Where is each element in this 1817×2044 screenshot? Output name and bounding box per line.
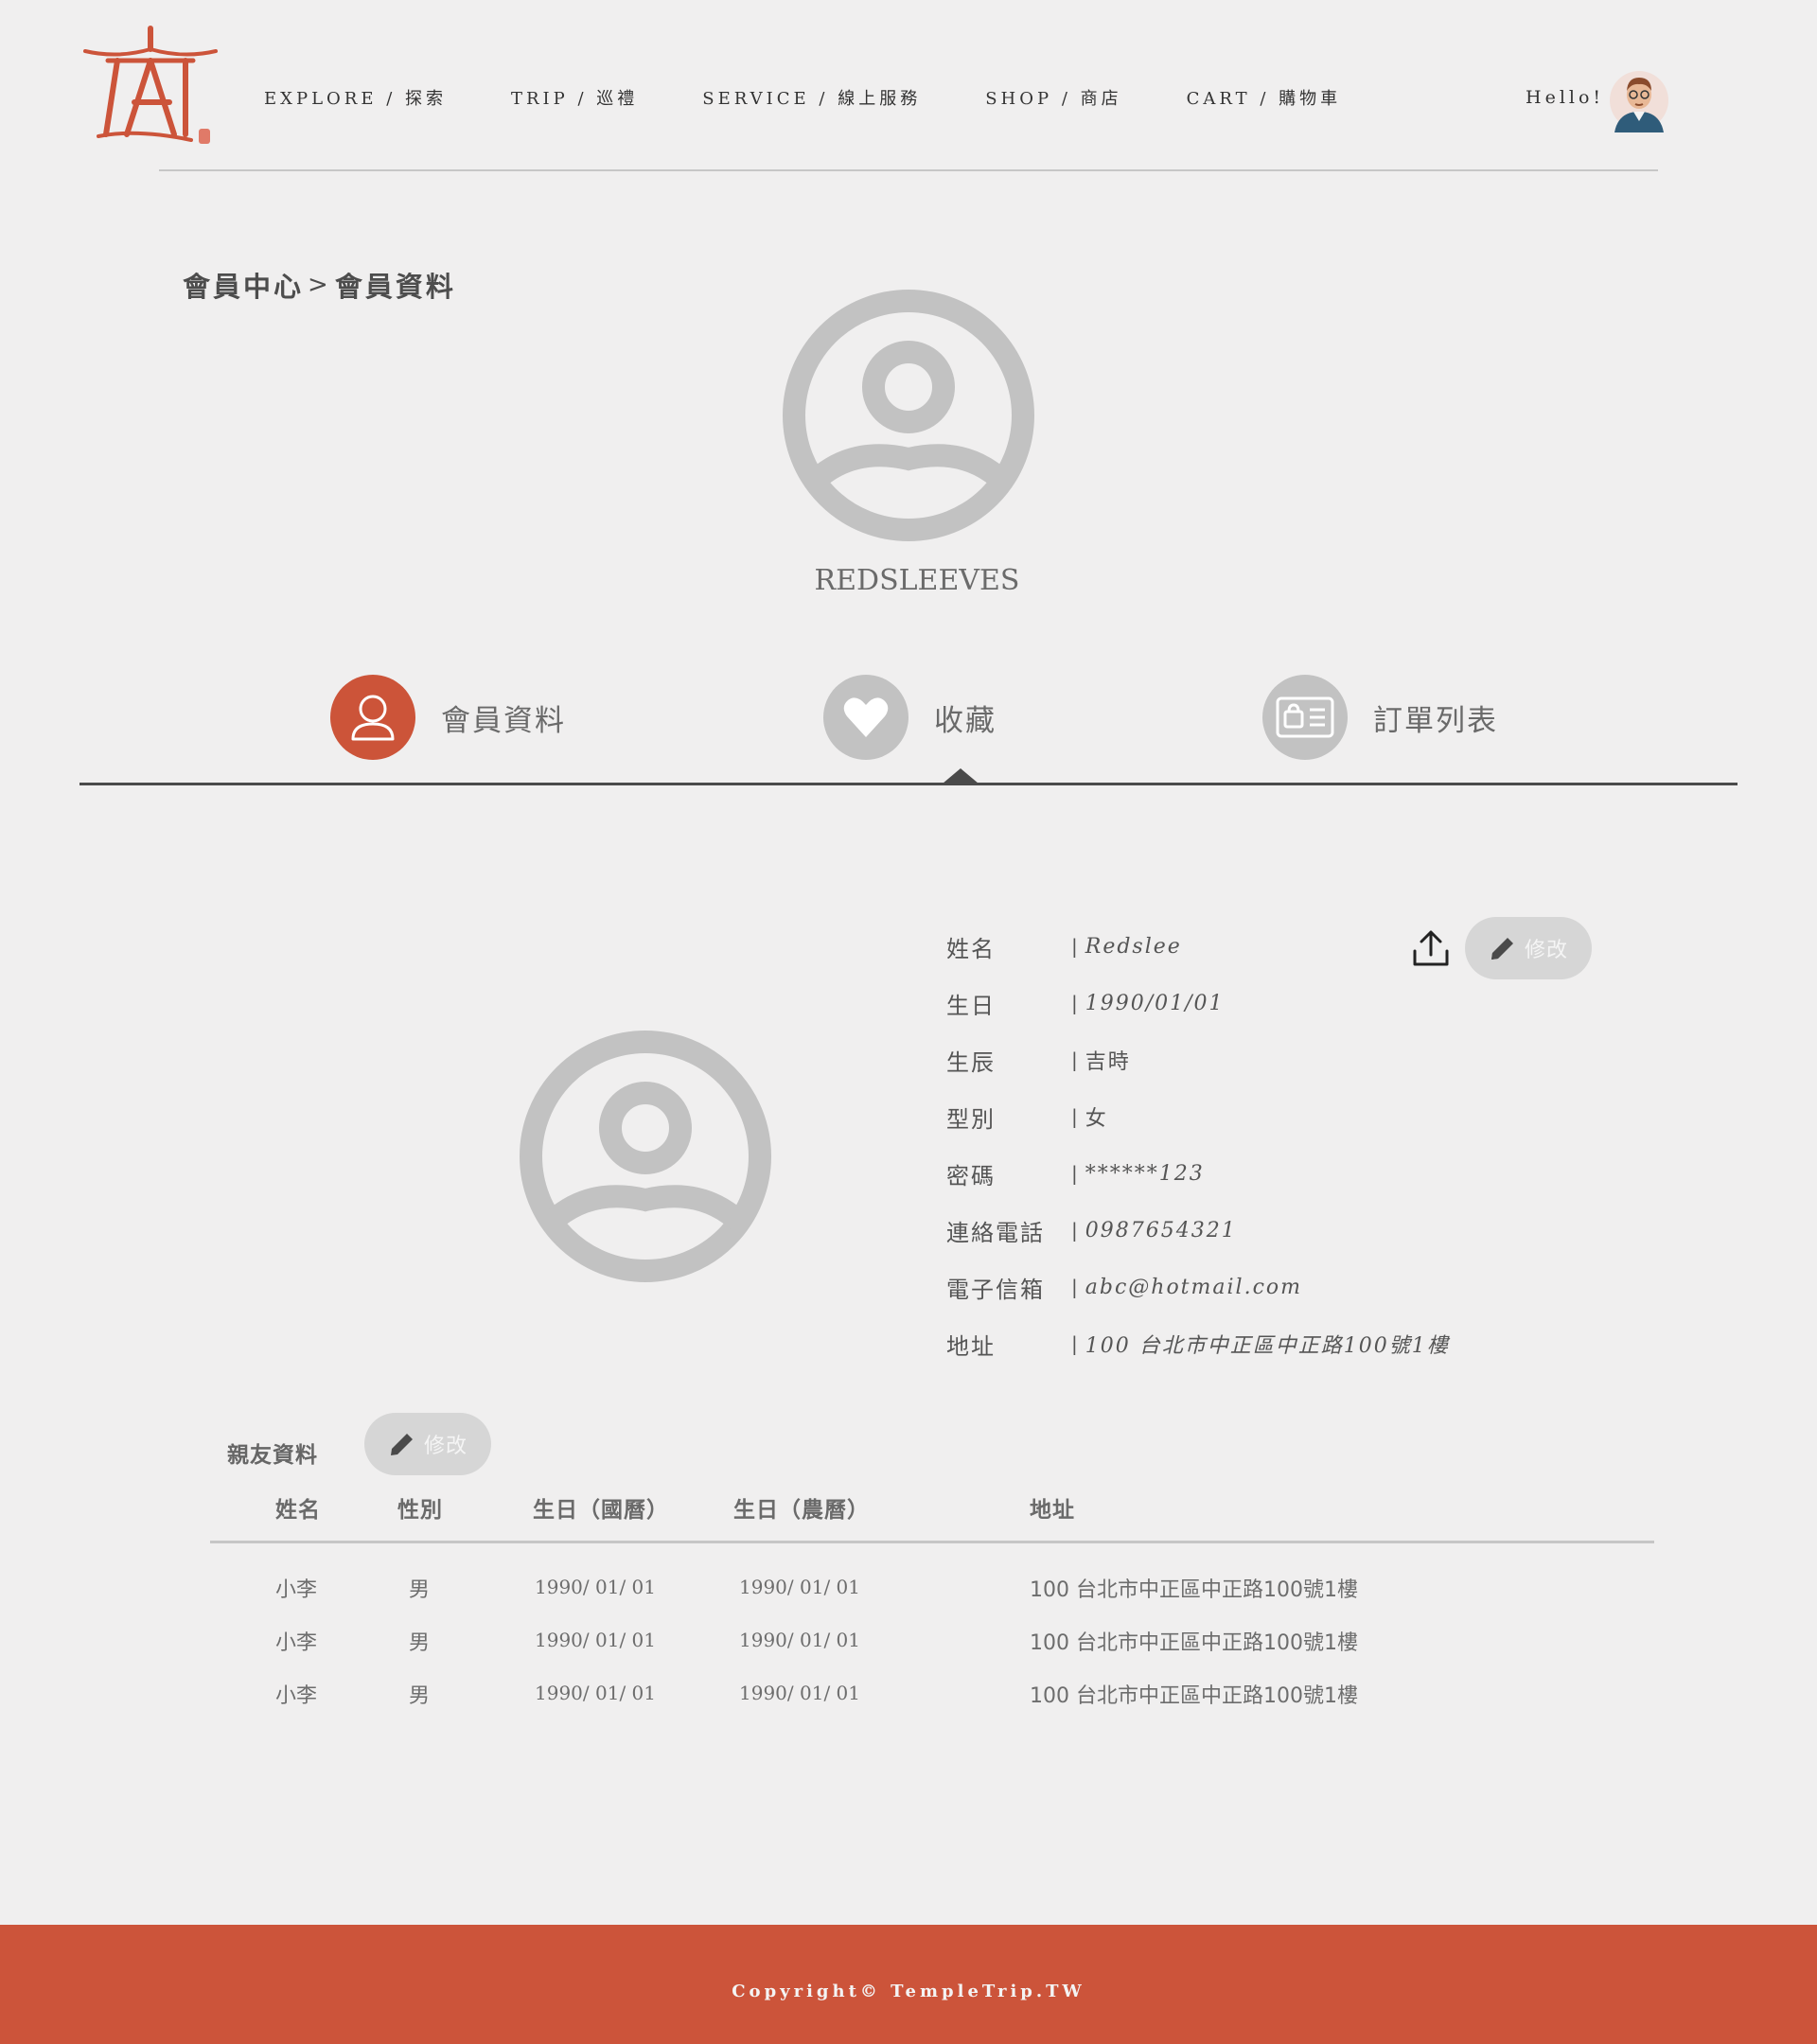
column-header-birthday-solar: 生日（國曆） <box>533 1498 669 1523</box>
cell-birthday-lunar: 1990/ 01/ 01 <box>739 1629 860 1651</box>
field-label: 生辰 <box>946 1048 996 1076</box>
field-separator: | <box>1071 1276 1078 1298</box>
edit-label: 修改 <box>423 1435 467 1458</box>
cell-birthday-lunar: 1990/ 01/ 01 <box>739 1576 860 1598</box>
breadcrumb-separator: > <box>308 271 331 299</box>
tab-indicator <box>943 768 979 784</box>
user-placeholder-icon <box>783 290 1034 541</box>
edit-label: 修改 <box>1524 939 1568 962</box>
nav-cart[interactable]: CART / 購物車 <box>1187 85 1342 110</box>
tab-divider <box>79 783 1738 785</box>
breadcrumb: 會員中心 > 會員資料 <box>183 265 456 305</box>
field-birth-hour: 生辰 | 吉時 <box>946 1041 1131 1079</box>
breadcrumb-parent[interactable]: 會員中心 <box>183 265 304 305</box>
cell-gender: 男 <box>409 1578 431 1602</box>
tab-orders[interactable]: 訂單列表 <box>1262 675 1498 760</box>
field-phone: 連絡電話 | 0987654321 <box>946 1211 1237 1249</box>
field-separator: | <box>1071 1048 1078 1071</box>
field-label: 電子信箱 <box>946 1276 1045 1303</box>
cell-birthday-lunar: 1990/ 01/ 01 <box>739 1682 860 1704</box>
header-divider <box>159 169 1658 171</box>
field-separator: | <box>1071 1162 1078 1185</box>
field-email: 電子信箱 | abc@hotmail.com <box>946 1268 1302 1306</box>
field-label: 姓名 <box>946 935 996 962</box>
edit-friends-button[interactable]: 修改 <box>364 1413 491 1475</box>
field-value: ******123 <box>1085 1161 1205 1186</box>
cell-birthday-solar: 1990/ 01/ 01 <box>535 1576 656 1598</box>
field-label: 密碼 <box>946 1162 996 1189</box>
temple-logo-icon <box>83 26 218 144</box>
field-value: 女 <box>1085 1107 1108 1131</box>
user-placeholder-icon <box>520 1031 771 1282</box>
friends-section-title: 親友資料 <box>227 1443 318 1468</box>
tab-favorites-label: 收藏 <box>934 703 997 738</box>
column-header-address: 地址 <box>1030 1498 1075 1523</box>
field-separator: | <box>1071 992 1078 1014</box>
table-header-divider <box>210 1541 1654 1543</box>
greeting-text: Hello! <box>1526 87 1605 108</box>
field-label: 型別 <box>946 1105 996 1133</box>
tab-favorites-circle <box>823 675 908 760</box>
user-avatar[interactable] <box>1609 66 1669 132</box>
nav-explore[interactable]: EXPLORE / 探索 <box>264 85 447 110</box>
pencil-icon <box>1491 938 1513 960</box>
nav-service[interactable]: SERVICE / 線上服務 <box>702 85 921 110</box>
order-list-icon <box>1276 696 1334 738</box>
field-address: 地址 | 100 台北市中正區中正路100號1樓 <box>946 1325 1450 1363</box>
field-value: 1990/01/01 <box>1085 991 1225 1015</box>
cell-name: 小李 <box>275 1631 318 1655</box>
edit-member-button[interactable]: 修改 <box>1465 917 1592 979</box>
column-header-gender: 性別 <box>397 1498 443 1523</box>
field-separator: | <box>1071 935 1078 958</box>
field-label: 生日 <box>946 992 996 1019</box>
cell-birthday-solar: 1990/ 01/ 01 <box>535 1629 656 1651</box>
field-value: Redslee <box>1085 934 1182 959</box>
column-header-name: 姓名 <box>275 1498 321 1523</box>
cell-name: 小李 <box>275 1578 318 1602</box>
cell-name: 小李 <box>275 1684 318 1708</box>
heart-icon <box>843 697 889 737</box>
cell-gender: 男 <box>409 1631 431 1655</box>
nav-trip[interactable]: TRIP / 巡禮 <box>511 85 638 110</box>
pencil-icon <box>390 1434 413 1455</box>
upload-icon <box>1413 930 1449 966</box>
member-photo[interactable] <box>519 1030 772 1283</box>
field-value: 吉時 <box>1085 1050 1131 1074</box>
cell-address: 100 台北市中正區中正路100號1樓 <box>1030 1684 1358 1708</box>
breadcrumb-current: 會員資料 <box>334 271 456 303</box>
tab-orders-label: 訂單列表 <box>1373 703 1498 738</box>
field-name: 姓名 | Redslee <box>946 927 1182 965</box>
cell-birthday-solar: 1990/ 01/ 01 <box>535 1682 656 1704</box>
site-logo[interactable] <box>79 23 221 151</box>
main-nav: EXPLORE / 探索 TRIP / 巡禮 SERVICE / 線上服務 SH… <box>264 83 1405 112</box>
avatar-icon <box>1610 71 1668 132</box>
field-password: 密碼 | ******123 <box>946 1154 1205 1192</box>
upload-photo-button[interactable] <box>1412 928 1450 968</box>
field-gender: 型別 | 女 <box>946 1098 1108 1136</box>
tab-member-info-circle <box>330 675 415 760</box>
field-birthday: 生日 | 1990/01/01 <box>946 984 1225 1022</box>
cell-address: 100 台北市中正區中正路100號1樓 <box>1030 1578 1358 1602</box>
field-value: 100 台北市中正區中正路100號1樓 <box>1085 1334 1450 1358</box>
column-header-birthday-lunar: 生日（農曆） <box>733 1498 870 1523</box>
field-separator: | <box>1071 1219 1078 1242</box>
cell-address: 100 台北市中正區中正路100號1樓 <box>1030 1631 1358 1655</box>
field-separator: | <box>1071 1105 1078 1128</box>
field-label: 連絡電話 <box>946 1219 1045 1246</box>
profile-avatar <box>782 289 1035 542</box>
field-value: 0987654321 <box>1085 1218 1237 1242</box>
footer-copyright: Copyright© TempleTrip.TW <box>732 1982 1085 2001</box>
user-icon <box>351 695 395 741</box>
nav-shop[interactable]: SHOP / 商店 <box>985 85 1121 110</box>
tab-favorites[interactable]: 收藏 <box>823 675 997 760</box>
tab-member-info-label: 會員資料 <box>441 703 566 738</box>
field-value: abc@hotmail.com <box>1085 1275 1302 1299</box>
cell-gender: 男 <box>409 1684 431 1708</box>
field-separator: | <box>1071 1332 1078 1355</box>
profile-username: REDSLEEVES <box>814 564 1020 597</box>
tab-member-info[interactable]: 會員資料 <box>330 675 566 760</box>
tab-orders-circle <box>1262 675 1348 760</box>
field-label: 地址 <box>946 1332 996 1360</box>
